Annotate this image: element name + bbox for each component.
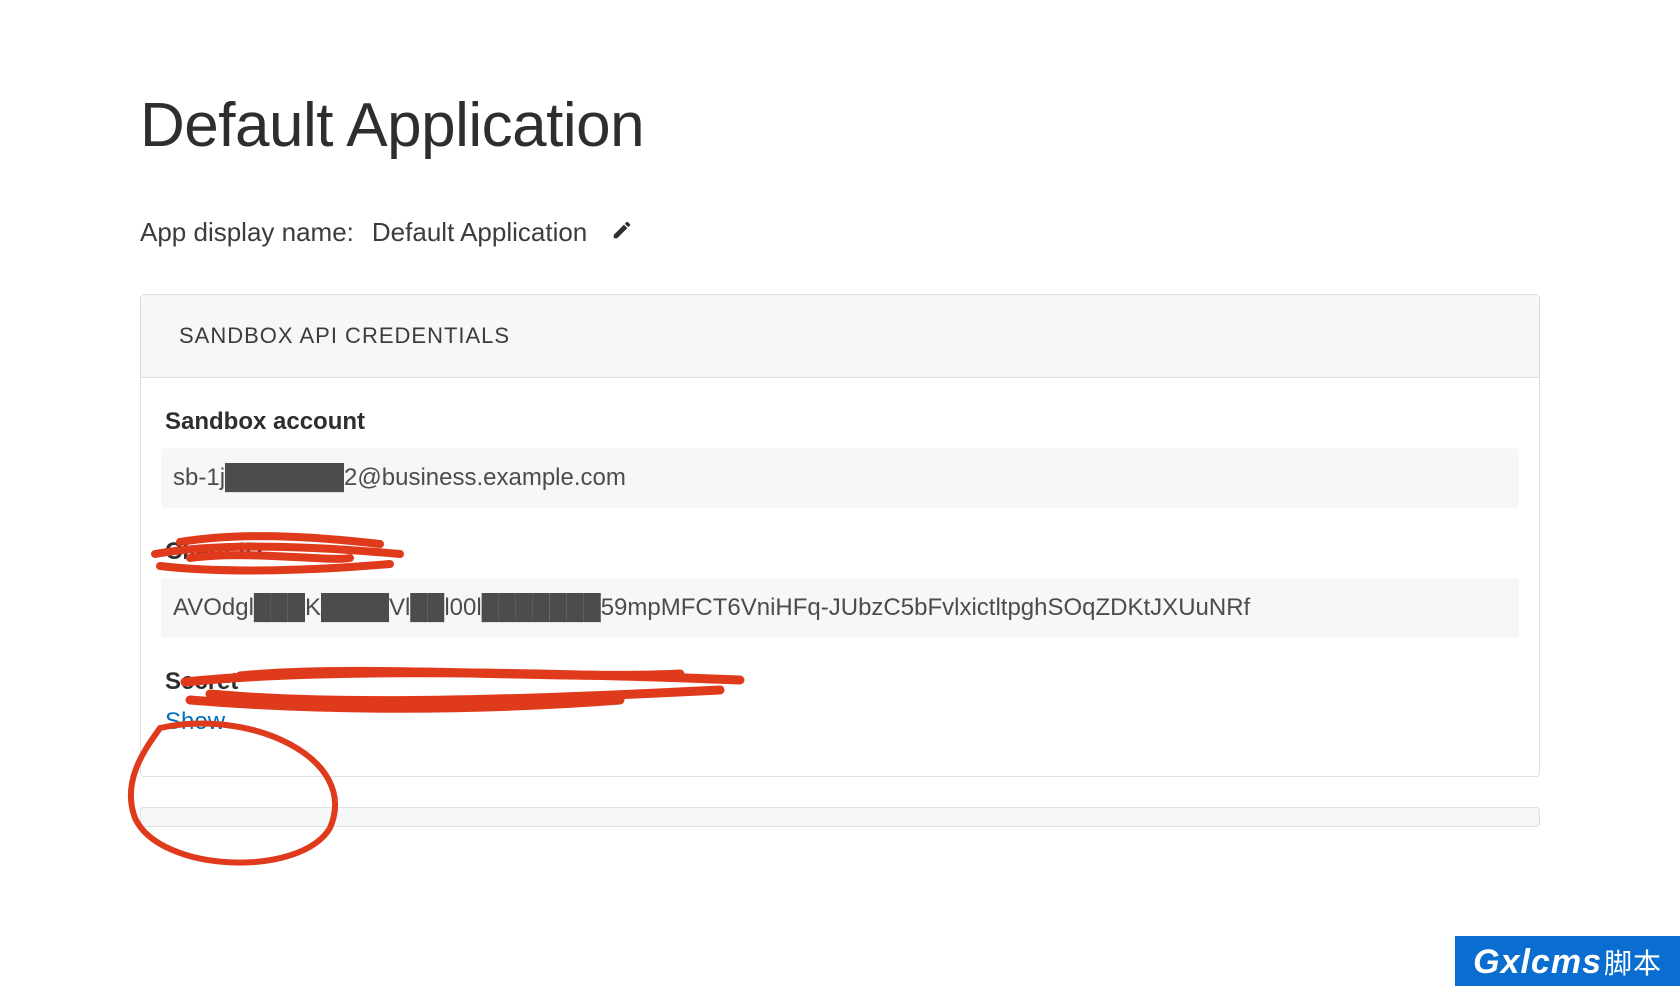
display-name-row: App display name: Default Application [140,217,1540,248]
sandbox-account-label: Sandbox account [161,408,1519,436]
page-title: Default Application [140,90,1540,161]
show-secret-link[interactable]: Show [161,708,225,736]
watermark-sub: 脚本 [1604,942,1662,982]
next-panel-stub [140,807,1540,827]
pencil-icon [611,219,633,241]
credentials-panel-header: SANDBOX API CREDENTIALS [141,295,1539,378]
sandbox-account-value[interactable]: sb-1j███████2@business.example.com [161,448,1519,508]
watermark: Gxlcms 脚本 [1455,936,1680,986]
client-id-label: Client ID [161,538,1519,566]
watermark-main: Gxlcms [1473,943,1602,982]
client-id-value[interactable]: AVOdgl███K████Vl██l00l███████59mpMFCT6Vn… [161,578,1519,638]
edit-display-name-button[interactable] [605,217,633,248]
display-name-label: App display name: [140,217,354,248]
credentials-panel: SANDBOX API CREDENTIALS Sandbox account … [140,294,1540,777]
secret-label: Secret [161,668,1519,696]
display-name-value: Default Application [372,217,587,248]
credentials-panel-body: Sandbox account sb-1j███████2@business.e… [141,378,1539,776]
